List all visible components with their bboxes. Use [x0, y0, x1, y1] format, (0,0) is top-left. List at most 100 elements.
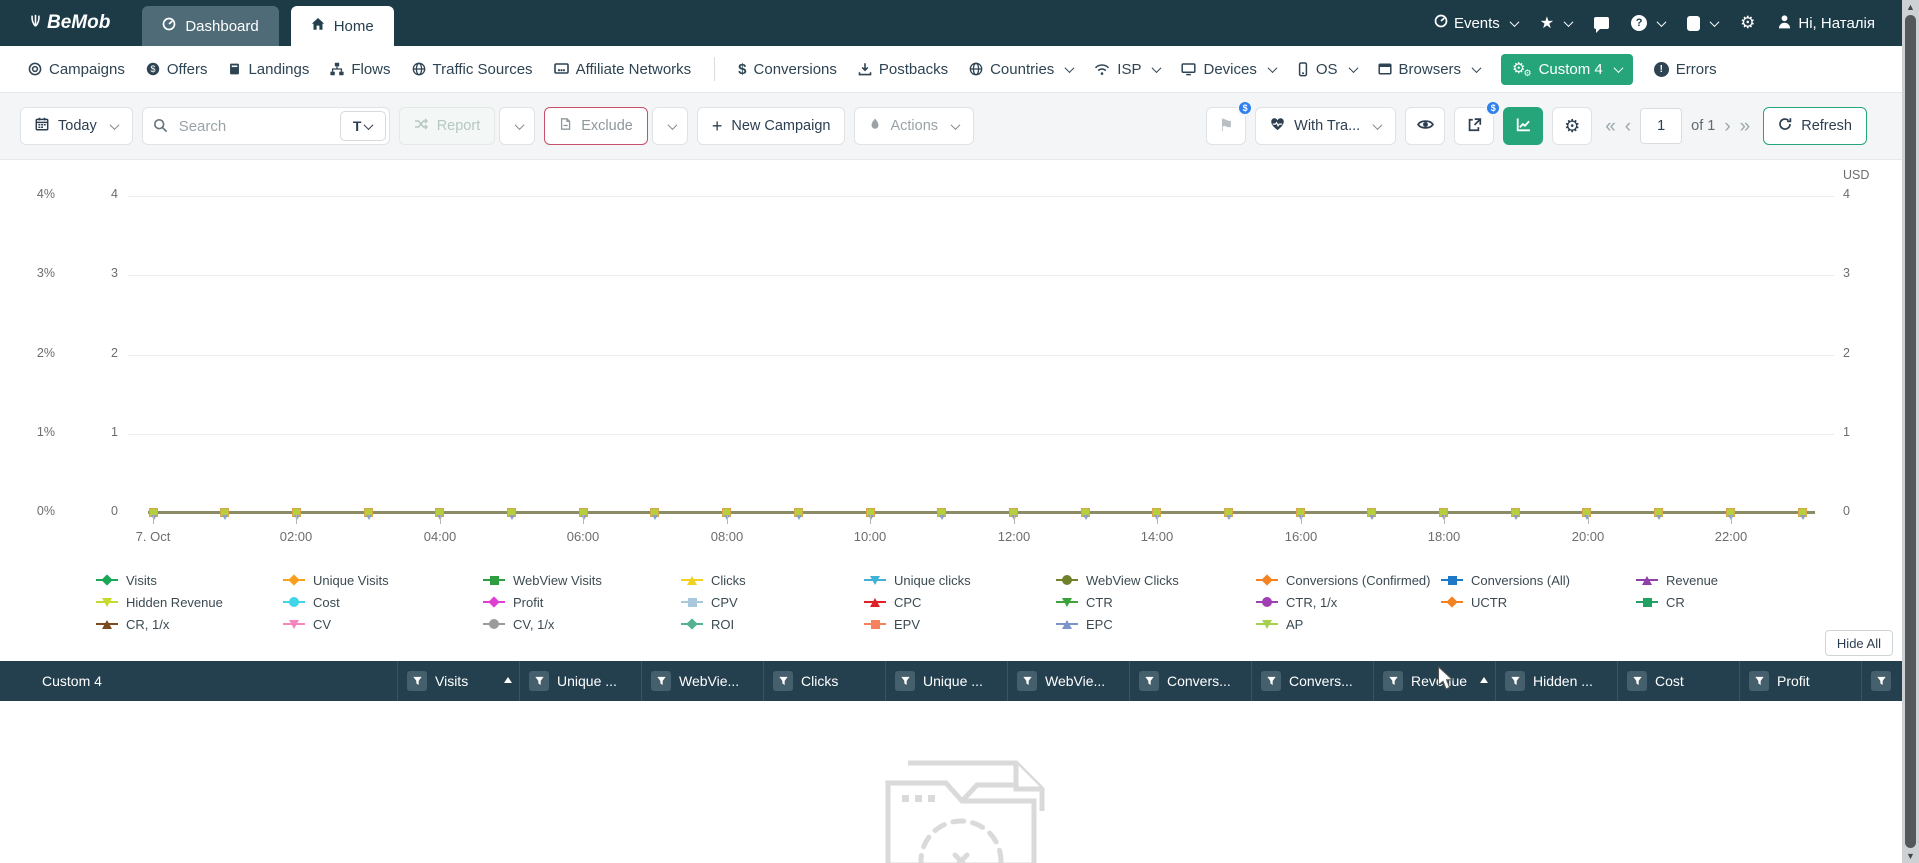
legend-item-hidden-revenue[interactable]: Hidden Revenue: [96, 595, 283, 610]
help-menu[interactable]: ?: [1631, 15, 1667, 31]
data-point-marker[interactable]: [650, 508, 660, 520]
table-column-unique[interactable]: Unique ...: [886, 661, 1008, 701]
nav-item-devices[interactable]: Devices: [1181, 61, 1278, 78]
visibility-button[interactable]: [1405, 107, 1446, 145]
legend-item-cpv[interactable]: CPV: [681, 595, 864, 610]
data-point-marker[interactable]: [793, 508, 803, 520]
table-column-convers[interactable]: Convers...: [1252, 661, 1374, 701]
prev-page-button[interactable]: ‹: [1625, 117, 1631, 136]
filter-funnel-button[interactable]: [1505, 671, 1525, 691]
nav-item-countries[interactable]: Countries: [969, 61, 1075, 78]
filter-funnel-button[interactable]: [895, 671, 915, 691]
last-page-button[interactable]: »: [1740, 117, 1751, 136]
nav-item-traffic-sources[interactable]: Traffic Sources: [412, 61, 533, 78]
legend-item-ctr-1-x[interactable]: CTR, 1/x: [1256, 595, 1441, 610]
filter-funnel-button[interactable]: [1383, 671, 1403, 691]
legend-item-cr[interactable]: CR: [1636, 595, 1879, 610]
nav-item-isp[interactable]: ISP: [1094, 61, 1162, 78]
data-point-marker[interactable]: [1654, 508, 1664, 520]
scrollbar-thumb[interactable]: [1905, 15, 1916, 848]
nav-item-custom-4[interactable]: ⚙⚙ Custom 4: [1501, 53, 1633, 85]
legend-item-revenue[interactable]: Revenue: [1636, 573, 1879, 588]
legend-item-conversions-confirmed[interactable]: Conversions (Confirmed): [1256, 573, 1441, 588]
data-point-marker[interactable]: [507, 508, 516, 520]
filter-funnel-button[interactable]: [407, 671, 427, 691]
data-point-marker[interactable]: [1510, 508, 1520, 520]
filter-funnel-button[interactable]: [1017, 671, 1037, 691]
filter-funnel-button[interactable]: [773, 671, 793, 691]
filter-funnel-button[interactable]: [651, 671, 671, 691]
table-column-visits[interactable]: Visits: [398, 661, 520, 701]
data-point-marker[interactable]: [220, 508, 230, 520]
legend-item-epc[interactable]: EPC: [1056, 617, 1256, 632]
nav-item-browsers[interactable]: Browsers: [1377, 61, 1482, 78]
flag-filter-button[interactable]: ⚑ $: [1206, 100, 1254, 145]
refresh-button[interactable]: Refresh: [1763, 107, 1867, 145]
filter-funnel-button[interactable]: [1749, 671, 1769, 691]
actions-button[interactable]: Actions: [854, 107, 975, 145]
data-point-marker[interactable]: [1797, 508, 1807, 520]
legend-item-visits[interactable]: Visits: [96, 573, 283, 588]
data-point-marker[interactable]: [1080, 508, 1090, 520]
table-column-revenue[interactable]: Revenue: [1374, 661, 1496, 701]
report-dropdown-button[interactable]: [499, 107, 536, 145]
legend-item-uctr[interactable]: UCTR: [1441, 595, 1636, 610]
legend-item-clicks[interactable]: Clicks: [681, 573, 864, 588]
table-group-column[interactable]: Custom 4: [0, 661, 398, 701]
legend-item-ap[interactable]: AP: [1256, 617, 1441, 632]
scroll-up-icon[interactable]: ▲: [1902, 2, 1919, 12]
nav-item-landings[interactable]: Landings: [228, 61, 309, 78]
legend-item-conversions-all[interactable]: Conversions (All): [1441, 573, 1636, 588]
nav-item-affiliate-networks[interactable]: Affiliate Networks: [553, 61, 691, 78]
column-settings-button[interactable]: ⚙: [1552, 107, 1593, 145]
legend-item-webview-clicks[interactable]: WebView Clicks: [1056, 573, 1256, 588]
table-column-unique[interactable]: Unique ...: [520, 661, 642, 701]
table-column-cost[interactable]: Cost: [1618, 661, 1740, 701]
next-page-button[interactable]: ›: [1724, 117, 1730, 136]
page-number-input[interactable]: [1640, 108, 1683, 144]
legend-item-cv-1-x[interactable]: CV, 1/x: [483, 617, 681, 632]
table-column-convers[interactable]: Convers...: [1130, 661, 1252, 701]
data-point-marker[interactable]: [363, 508, 373, 520]
nav-item-postbacks[interactable]: Postbacks: [858, 61, 948, 78]
user-menu[interactable]: Hi, Наталія: [1777, 14, 1875, 33]
tab-home[interactable]: Home: [290, 6, 394, 46]
traffic-filter-dropdown[interactable]: With Tra...: [1255, 107, 1397, 145]
vertical-scrollbar[interactable]: ▲ ▼: [1902, 0, 1919, 863]
filter-funnel-button[interactable]: [1139, 671, 1159, 691]
legend-item-profit[interactable]: Profit: [483, 595, 681, 610]
filter-funnel-button[interactable]: [1261, 671, 1281, 691]
export-button[interactable]: $: [1454, 100, 1502, 145]
data-point-marker[interactable]: [937, 508, 947, 520]
legend-item-ctr[interactable]: CTR: [1056, 595, 1256, 610]
nav-item-conversions[interactable]: $ Conversions: [738, 61, 837, 78]
nav-item-os[interactable]: OS: [1297, 61, 1358, 78]
report-button[interactable]: Report: [398, 107, 496, 145]
bemob-logo[interactable]: BeMob: [28, 12, 110, 35]
hide-all-button[interactable]: Hide All: [1824, 630, 1893, 656]
settings-button[interactable]: ⚙: [1740, 13, 1755, 33]
first-page-button[interactable]: «: [1605, 117, 1616, 136]
data-point-marker[interactable]: [1582, 508, 1592, 520]
legend-item-cost[interactable]: Cost: [283, 595, 483, 610]
exclude-button[interactable]: Exclude: [544, 107, 648, 145]
search-type-selector[interactable]: T: [339, 111, 386, 141]
resources-menu[interactable]: [1687, 13, 1720, 33]
tab-dashboard[interactable]: Dashboard: [142, 6, 279, 46]
filter-funnel-button[interactable]: [1627, 671, 1647, 691]
legend-item-cv[interactable]: CV: [283, 617, 483, 632]
legend-item-unique-visits[interactable]: Unique Visits: [283, 573, 483, 588]
legend-item-webview-visits[interactable]: WebView Visits: [483, 573, 681, 588]
table-column-webvie[interactable]: WebVie...: [642, 661, 764, 701]
exclude-dropdown-button[interactable]: [651, 107, 688, 145]
nav-item-campaigns[interactable]: Campaigns: [28, 61, 125, 78]
favorites-menu[interactable]: ★: [1540, 13, 1574, 33]
table-column-hidden[interactable]: Hidden ...: [1496, 661, 1618, 701]
data-point-marker[interactable]: [1223, 508, 1233, 520]
nav-item-flows[interactable]: Flows: [330, 61, 391, 78]
legend-item-unique-clicks[interactable]: Unique clicks: [864, 573, 1056, 588]
nav-item-errors[interactable]: ! Errors: [1653, 61, 1717, 78]
feedback-button[interactable]: [1594, 17, 1610, 33]
table-column-clicks[interactable]: Clicks: [764, 661, 886, 701]
chart-toggle-button[interactable]: [1503, 107, 1544, 145]
